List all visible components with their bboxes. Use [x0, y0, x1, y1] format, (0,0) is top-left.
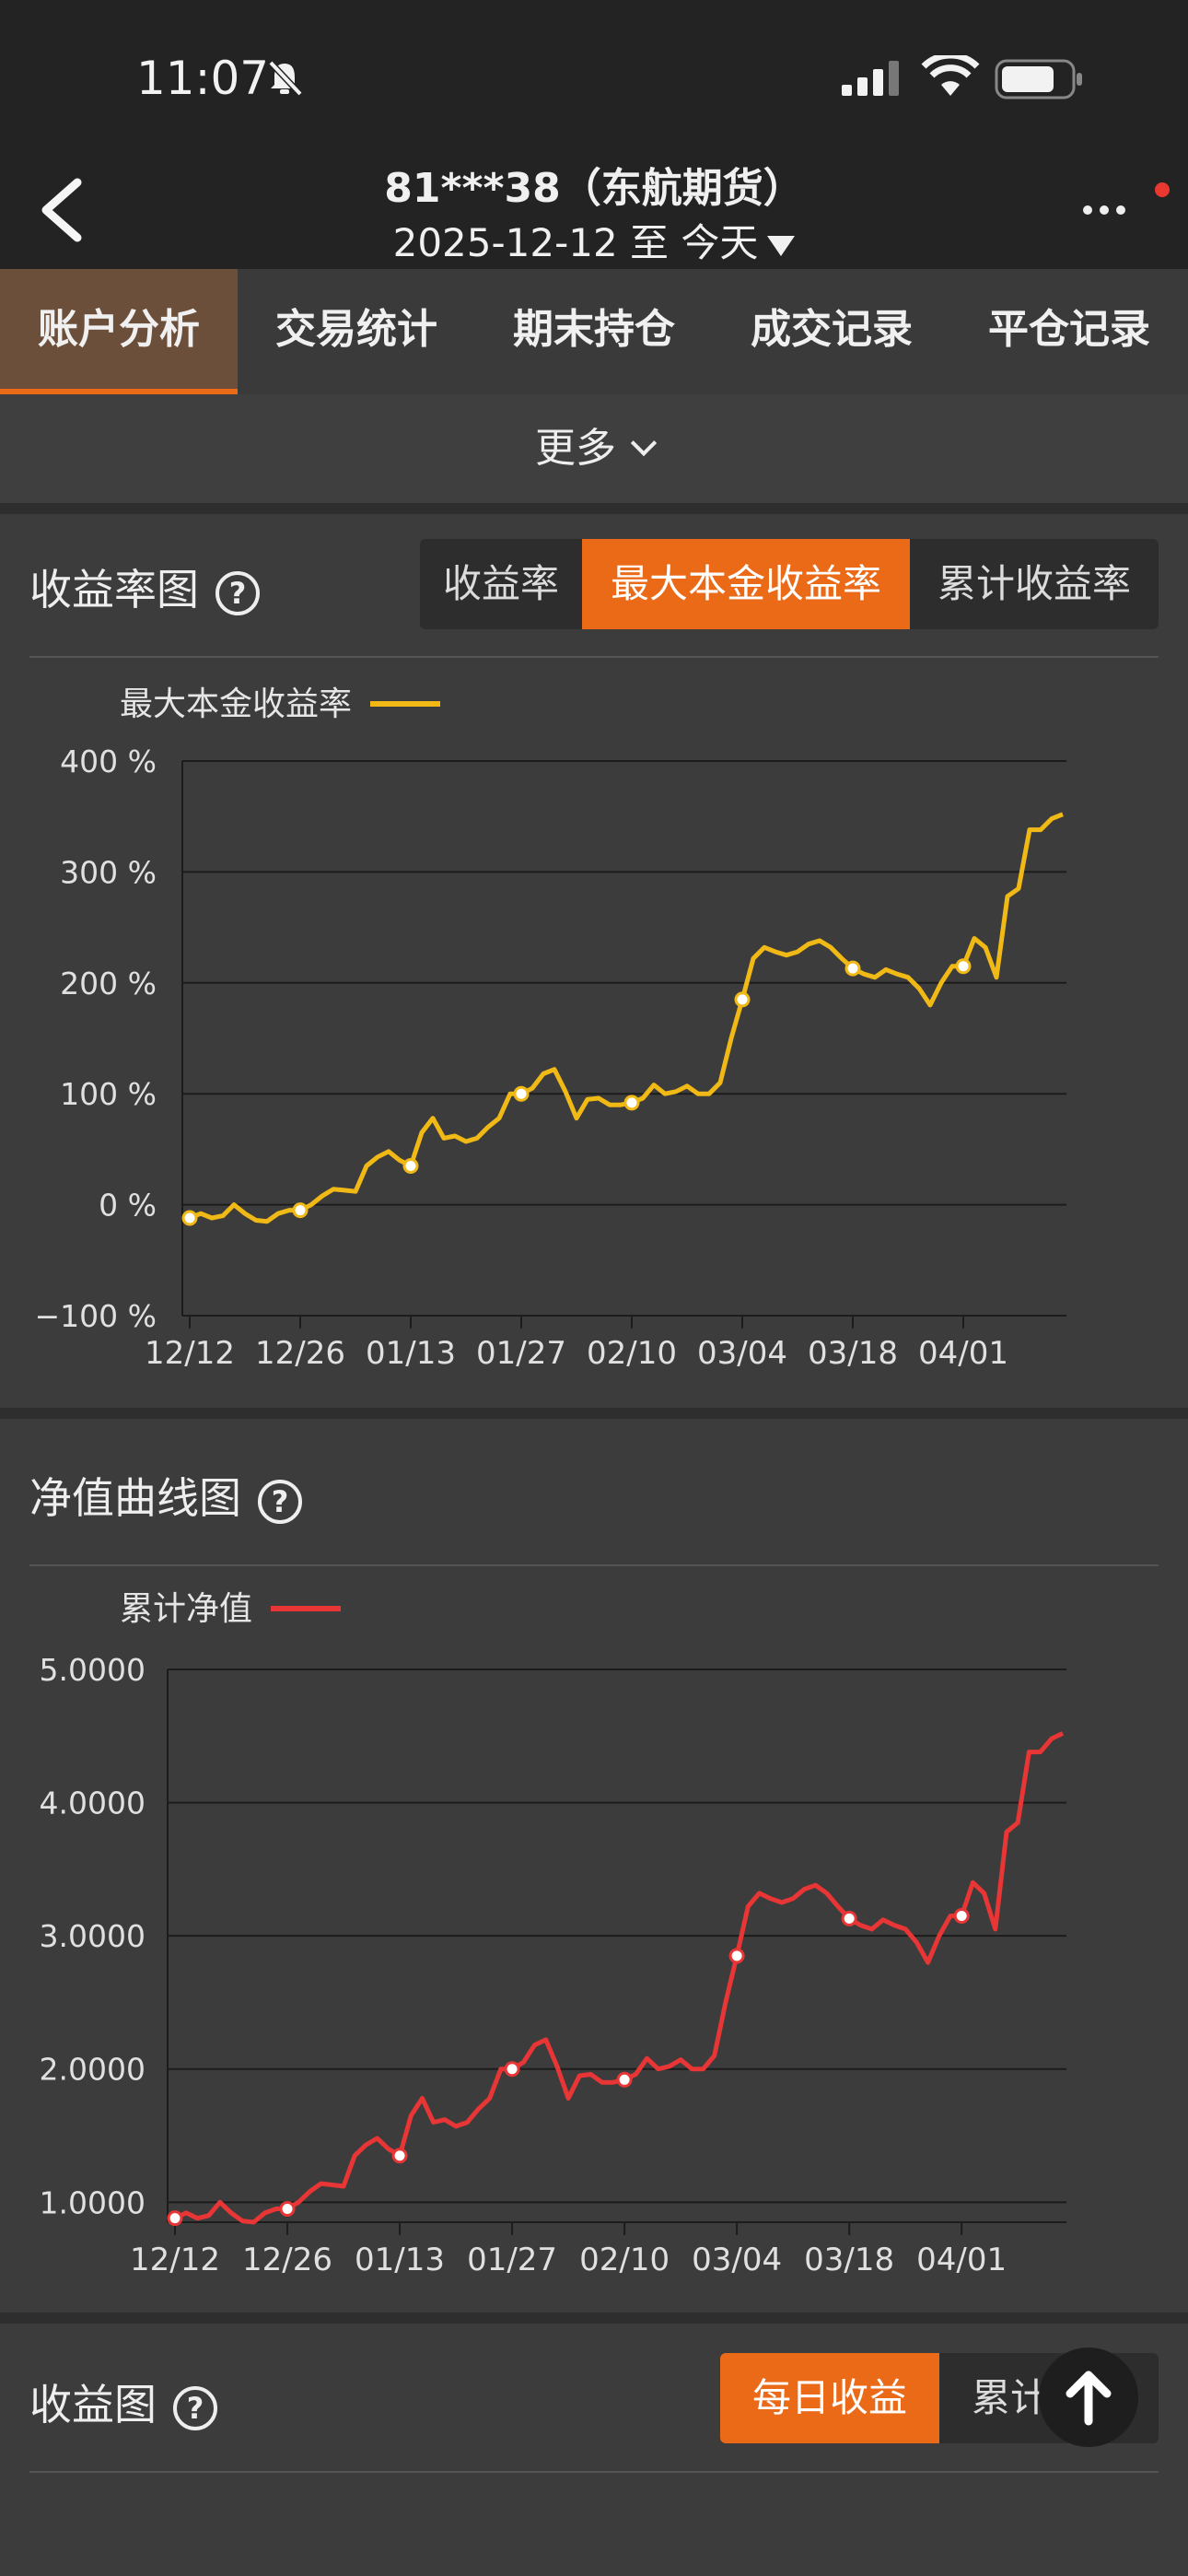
y-tick-label: 2.0000 — [40, 2052, 146, 2088]
scroll-to-top-button[interactable] — [1039, 2348, 1138, 2447]
y-tick-label: 0 % — [99, 1188, 157, 1224]
data-point-marker — [616, 2071, 633, 2088]
y-tick-label: 200 % — [60, 966, 157, 1001]
y-tick-label: 5.0000 — [40, 1652, 146, 1688]
x-tick-label: 12/12 — [130, 2242, 220, 2278]
wifi-icon — [921, 55, 980, 96]
x-tick-label: 04/01 — [918, 1335, 1008, 1372]
status-time: 11:07 — [136, 52, 270, 105]
y-tick-label: 4.0000 — [40, 1786, 146, 1821]
divider — [0, 503, 1188, 514]
chevron-down-icon — [630, 429, 658, 457]
nav-title-text: 净值曲线图 — [29, 1473, 241, 1523]
return-title-text: 收益率图 — [29, 565, 199, 615]
x-tick-label: 12/26 — [242, 2242, 332, 2278]
profit-section-title: 收益图? — [29, 2371, 217, 2432]
x-tick-label: 01/13 — [355, 2242, 445, 2278]
more-options-icon[interactable] — [1083, 201, 1138, 219]
more-expander[interactable]: 更多 — [0, 394, 1188, 503]
profit-title-text: 收益图 — [29, 2380, 157, 2430]
data-point-marker — [841, 1910, 857, 1926]
x-tick-label: 03/04 — [697, 1335, 787, 1372]
series-line — [189, 812, 1064, 1224]
divider — [29, 1564, 1159, 1566]
divider — [0, 1408, 1188, 1419]
more-label: 更多 — [535, 425, 616, 472]
y-tick-label: 300 % — [60, 854, 157, 890]
legend-label: 最大本金收益率 — [120, 685, 352, 723]
help-icon[interactable]: ? — [173, 2385, 217, 2430]
arrow-up-icon — [1066, 2371, 1112, 2426]
toggle-cumulative-return[interactable]: 累计收益率 — [910, 539, 1159, 629]
return-type-toggle: 收益率 最大本金收益率 累计收益率 — [420, 539, 1159, 629]
y-tick-label: −100 % — [35, 1298, 157, 1334]
nav-curve-chart: 累计净值 5.0000 4.0000 3.0000 2.0000 1.0000 12/12 1… — [40, 1590, 1066, 2278]
date-range-selector[interactable]: 2025-12-12 至 今天 — [0, 212, 1188, 268]
x-tick-label: 12/26 — [255, 1335, 345, 1372]
signal-icon — [842, 61, 899, 96]
data-point-marker — [623, 1095, 640, 1111]
nav-section-title: 净值曲线图? — [29, 1465, 302, 1526]
data-point-marker — [955, 958, 972, 975]
tab-fill-records[interactable]: 成交记录 — [713, 269, 950, 394]
legend-label: 累计净值 — [120, 1590, 252, 1628]
data-point-marker — [181, 1210, 198, 1226]
data-point-marker — [279, 2201, 296, 2218]
y-tick-label: 3.0000 — [40, 1918, 146, 1954]
divider — [0, 2313, 1188, 2324]
return-rate-chart: 最大本金收益率 400 % 300 % 200 % 100 % 0 % −100 %12/1… — [35, 685, 1066, 1372]
bell-muted-icon — [268, 60, 303, 97]
x-tick-label: 04/01 — [916, 2242, 1007, 2278]
dropdown-triangle-icon — [767, 235, 796, 256]
y-tick-label: 1.0000 — [40, 2184, 146, 2220]
divider — [29, 656, 1159, 658]
toggle-daily-profit[interactable]: 每日收益 — [720, 2353, 939, 2443]
battery-icon — [995, 59, 1082, 100]
data-point-marker — [513, 1085, 530, 1102]
data-point-marker — [953, 1907, 970, 1924]
data-point-marker — [844, 960, 861, 977]
x-tick-label: 01/27 — [476, 1335, 566, 1372]
help-icon[interactable]: ? — [258, 1479, 302, 1524]
toggle-return-rate[interactable]: 收益率 — [420, 539, 582, 629]
x-tick-label: 03/18 — [804, 2242, 894, 2278]
data-point-marker — [391, 2148, 408, 2164]
data-point-marker — [728, 1948, 745, 1964]
toggle-max-principal-return[interactable]: 最大本金收益率 — [582, 539, 910, 629]
x-tick-label: 02/10 — [579, 2242, 670, 2278]
tab-trade-stats[interactable]: 交易统计 — [238, 269, 475, 394]
tab-bar: 账户分析 交易统计 期末持仓 成交记录 平仓记录 — [0, 269, 1188, 394]
x-tick-label: 01/27 — [467, 2242, 557, 2278]
help-icon[interactable]: ? — [215, 570, 260, 615]
return-section-title: 收益率图? — [29, 556, 260, 617]
y-tick-label: 100 % — [60, 1076, 157, 1112]
tab-close-records[interactable]: 平仓记录 — [950, 269, 1188, 394]
date-range-text: 2025-12-12 至 今天 — [392, 220, 759, 265]
x-tick-label: 03/18 — [808, 1335, 898, 1372]
data-point-marker — [167, 2210, 183, 2227]
data-point-marker — [292, 1202, 309, 1219]
tab-account-analysis[interactable]: 账户分析 — [0, 269, 238, 394]
data-point-marker — [402, 1157, 419, 1174]
page-title: 81***38（东航期货） — [384, 165, 804, 212]
top-bar: 11:07 81***38（东航期货） 2025-12-12 至 今天 — [0, 0, 1188, 269]
data-point-marker — [734, 991, 751, 1008]
notification-dot — [1155, 182, 1170, 197]
data-point-marker — [504, 2061, 520, 2078]
x-tick-label: 02/10 — [587, 1335, 677, 1372]
x-tick-label: 12/12 — [145, 1335, 235, 1372]
x-tick-label: 01/13 — [366, 1335, 456, 1372]
series-line — [173, 1731, 1065, 2225]
tab-end-positions[interactable]: 期末持仓 — [475, 269, 713, 394]
x-tick-label: 03/04 — [692, 2242, 782, 2278]
y-tick-label: 400 % — [60, 744, 157, 779]
divider — [29, 2471, 1159, 2473]
